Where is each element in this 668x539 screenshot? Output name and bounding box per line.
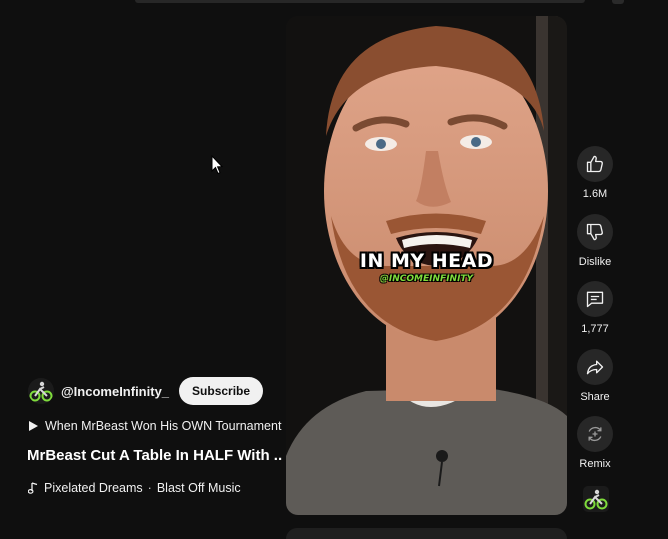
music-link[interactable]: Pixelated Dreams · Blast Off Music	[28, 481, 241, 495]
like-action[interactable]: 1.6M	[575, 146, 615, 200]
dislike-label: Dislike	[578, 256, 612, 268]
share-icon	[586, 360, 604, 375]
cyclist-logo-icon	[584, 489, 608, 510]
comments-button[interactable]	[577, 281, 613, 317]
remix-label: Remix	[579, 458, 611, 470]
cyclist-logo-icon	[29, 381, 53, 402]
video-title[interactable]: MrBeast Cut A Table In HALF With ...	[27, 447, 282, 464]
share-label: Share	[580, 391, 610, 403]
subscribe-button[interactable]: Subscribe	[179, 377, 264, 405]
comments-action[interactable]: 1,777	[575, 281, 615, 335]
share-button[interactable]	[577, 349, 613, 385]
like-button[interactable]	[577, 146, 613, 182]
short-video-player[interactable]: IN MY HEAD @INCOMEINFINITY	[286, 16, 567, 515]
channel-avatar[interactable]	[28, 378, 54, 404]
dislike-button[interactable]	[577, 214, 613, 250]
thumbs-up-icon	[586, 155, 603, 173]
caption-text: IN MY HEAD	[359, 250, 494, 272]
caption-watermark: @INCOMEINFINITY	[379, 274, 474, 284]
dislike-action[interactable]: Dislike	[575, 214, 615, 268]
playlist-link[interactable]: When MrBeast Won His OWN Tournament	[29, 419, 281, 433]
thumbs-down-icon	[586, 223, 603, 241]
playlist-label: When MrBeast Won His OWN Tournament	[45, 419, 282, 433]
next-short-preview[interactable]	[286, 528, 567, 539]
share-action[interactable]: Share	[575, 349, 615, 403]
mouse-cursor-icon	[211, 155, 223, 175]
sound-source-thumbnail[interactable]	[583, 486, 609, 512]
remix-icon	[588, 426, 602, 442]
music-artist: Blast Off Music	[156, 481, 241, 495]
like-count: 1.6M	[582, 188, 608, 200]
remix-action[interactable]: Remix	[575, 416, 615, 470]
play-icon	[29, 421, 38, 431]
top-bar-edge	[135, 0, 585, 3]
music-note-icon	[28, 482, 38, 494]
comments-count: 1,777	[581, 323, 609, 335]
top-bar-edge-right	[612, 0, 624, 4]
music-track: Pixelated Dreams	[44, 481, 143, 495]
channel-row: @IncomeInfinity_ Subscribe	[28, 377, 264, 405]
video-caption: IN MY HEAD @INCOMEINFINITY	[286, 250, 567, 284]
comment-icon	[586, 291, 604, 308]
remix-button[interactable]	[577, 416, 613, 452]
music-separator: ·	[147, 481, 152, 495]
channel-handle[interactable]: @IncomeInfinity_	[61, 384, 169, 399]
